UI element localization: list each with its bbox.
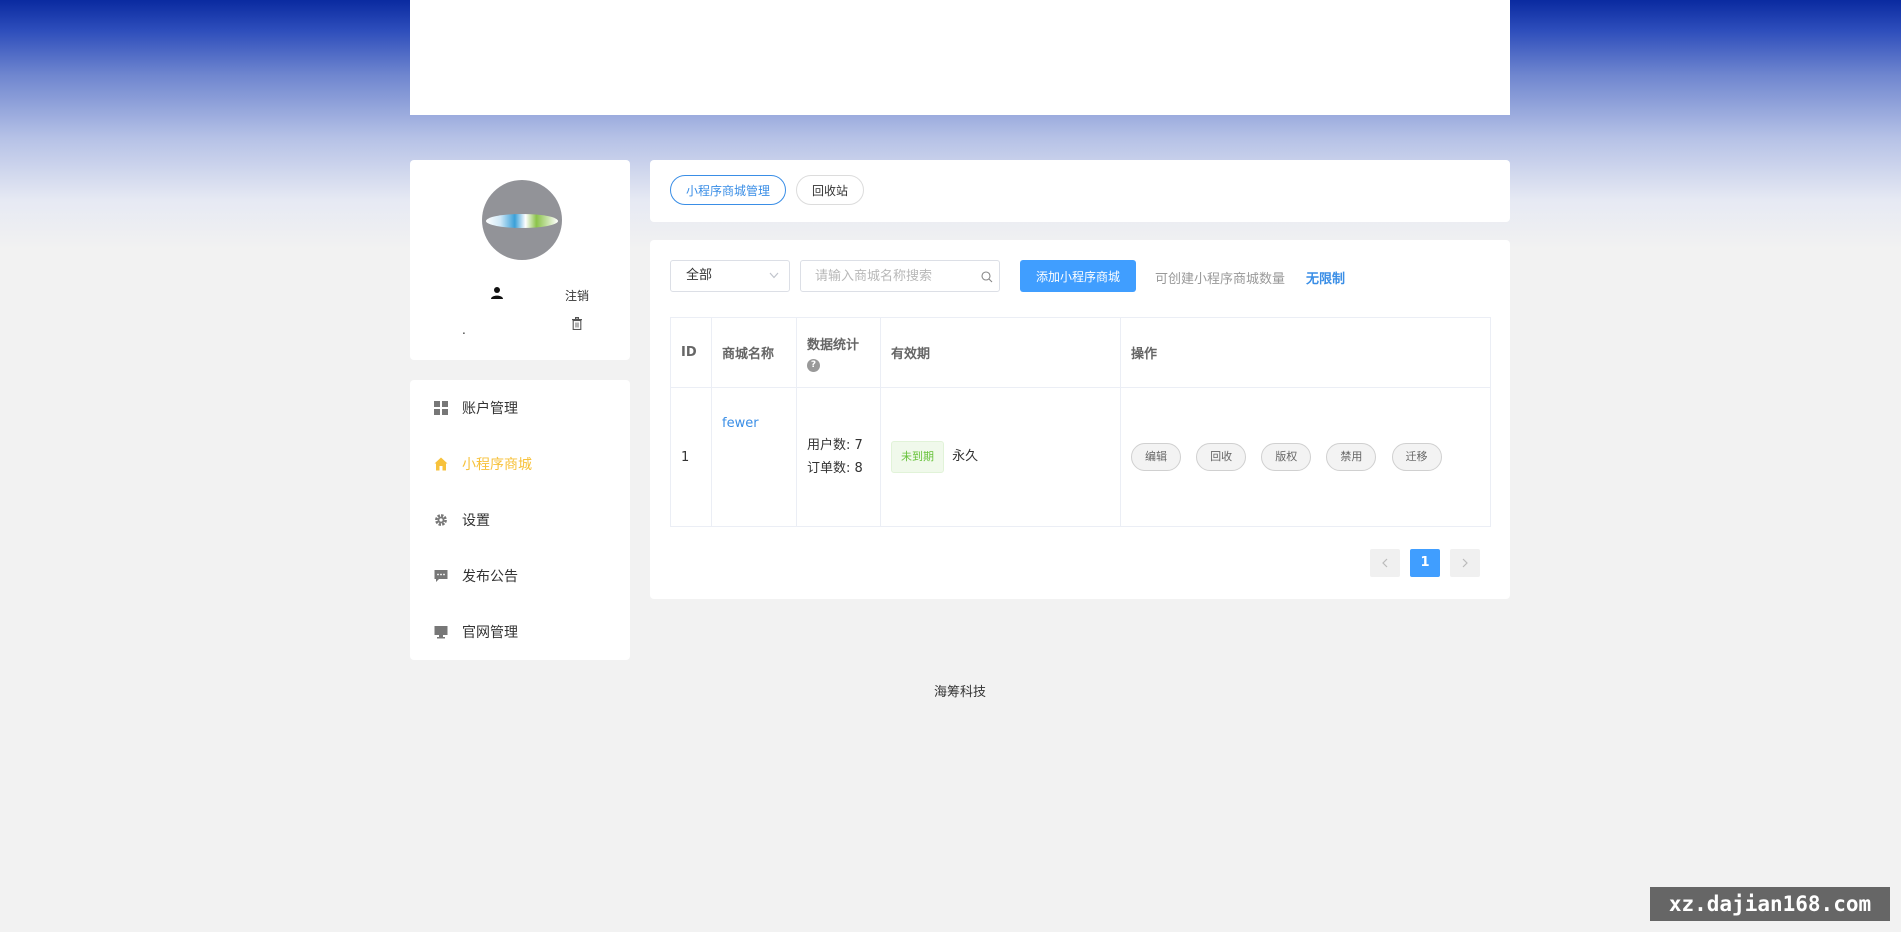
validity-value: 永久 xyxy=(952,449,979,464)
menu-item-settings[interactable]: 设置 xyxy=(434,508,490,532)
column-header-name: 商城名称 xyxy=(711,317,797,388)
chevron-right-icon xyxy=(1462,558,1468,568)
order-count: 订单数: 8 xyxy=(807,461,863,476)
column-header-id: ID xyxy=(670,317,712,388)
column-header-stats: 数据统计 ? xyxy=(796,317,881,388)
chevron-down-icon xyxy=(769,272,779,279)
menu-item-account[interactable]: 账户管理 xyxy=(434,396,518,420)
menu-item-label: 小程序商城 xyxy=(462,457,532,473)
edit-button[interactable]: 编辑 xyxy=(1131,443,1181,471)
home-icon xyxy=(434,457,448,471)
cell-actions: 编辑 回收 版权 禁用 迁移 xyxy=(1120,387,1491,527)
user-icon xyxy=(491,287,503,299)
column-header-actions: 操作 xyxy=(1120,317,1491,388)
trash-icon[interactable] xyxy=(571,317,583,330)
table-row: 1 fewer 用户数: 7 订单数: 8 未到期 永久 编辑 回收 版权 禁用 xyxy=(670,387,1491,527)
menu-item-label: 官网管理 xyxy=(462,625,518,641)
quota-value: 无限制 xyxy=(1306,272,1346,287)
cell-name: fewer xyxy=(711,387,797,527)
tab-mini-mall-management[interactable]: 小程序商城管理 xyxy=(670,175,786,205)
migrate-button[interactable]: 迁移 xyxy=(1391,443,1442,471)
cell-stats: 用户数: 7 订单数: 8 xyxy=(796,387,881,527)
side-menu: 账户管理 小程序商城 设置 发布公告 官网管理 xyxy=(410,380,630,660)
mall-list-panel: 全部 添加小程序商城 可创建小程序商城数量 无限制 ID 商城名称 数据统计 ?… xyxy=(650,240,1510,599)
user-count: 用户数: 7 xyxy=(807,438,863,453)
chevron-left-icon xyxy=(1382,558,1388,568)
shop-name-link[interactable]: fewer xyxy=(722,416,759,431)
watermark: xz.dajian168.com xyxy=(1650,887,1890,921)
filter-select-value: 全部 xyxy=(686,268,713,283)
menu-item-mini-mall[interactable]: 小程序商城 xyxy=(434,452,532,476)
tabs-bar: 小程序商城管理 回收站 xyxy=(650,160,1510,222)
filter-select[interactable]: 全部 xyxy=(670,260,790,292)
mall-table: ID 商城名称 数据统计 ? 有效期 操作 1 fewer 用户数: 7 订单数… xyxy=(670,317,1491,527)
table-header-row: ID 商城名称 数据统计 ? 有效期 操作 xyxy=(670,317,1491,388)
grid-icon xyxy=(434,401,448,415)
header-area xyxy=(410,0,1510,115)
pagination-next-button[interactable] xyxy=(1450,549,1480,577)
message-icon xyxy=(434,570,448,582)
copyright-button[interactable]: 版权 xyxy=(1261,443,1312,471)
menu-item-label: 账户管理 xyxy=(462,401,518,417)
menu-item-announcement[interactable]: 发布公告 xyxy=(434,564,518,588)
menu-item-website[interactable]: 官网管理 xyxy=(434,620,518,644)
username: . xyxy=(462,323,466,337)
search-input[interactable] xyxy=(800,260,1000,292)
pagination-page[interactable]: 1 xyxy=(1410,549,1440,577)
column-header-stats-label: 数据统计 xyxy=(807,337,860,353)
help-icon[interactable]: ? xyxy=(807,358,820,372)
disable-button[interactable]: 禁用 xyxy=(1326,443,1377,471)
pagination-prev-button[interactable] xyxy=(1370,549,1400,577)
recycle-button[interactable]: 回收 xyxy=(1196,443,1247,471)
profile-card: 注销 . xyxy=(410,160,630,360)
tab-recycle-bin[interactable]: 回收站 xyxy=(796,175,864,205)
footer-company: 海筹科技 xyxy=(933,685,986,700)
monitor-icon xyxy=(434,626,448,639)
gear-icon xyxy=(435,514,447,526)
logo-image xyxy=(486,214,558,228)
avatar xyxy=(482,180,562,260)
logout-link[interactable]: 注销 xyxy=(565,287,589,304)
menu-item-label: 发布公告 xyxy=(462,569,518,585)
add-mini-mall-button[interactable]: 添加小程序商城 xyxy=(1020,260,1136,292)
cell-validity: 未到期 永久 xyxy=(880,387,1121,527)
search-icon[interactable] xyxy=(981,271,993,283)
menu-item-label: 设置 xyxy=(462,513,490,529)
quota-label: 可创建小程序商城数量 xyxy=(1155,272,1286,287)
column-header-validity: 有效期 xyxy=(880,317,1121,388)
status-badge: 未到期 xyxy=(891,441,944,473)
cell-id: 1 xyxy=(670,387,712,527)
